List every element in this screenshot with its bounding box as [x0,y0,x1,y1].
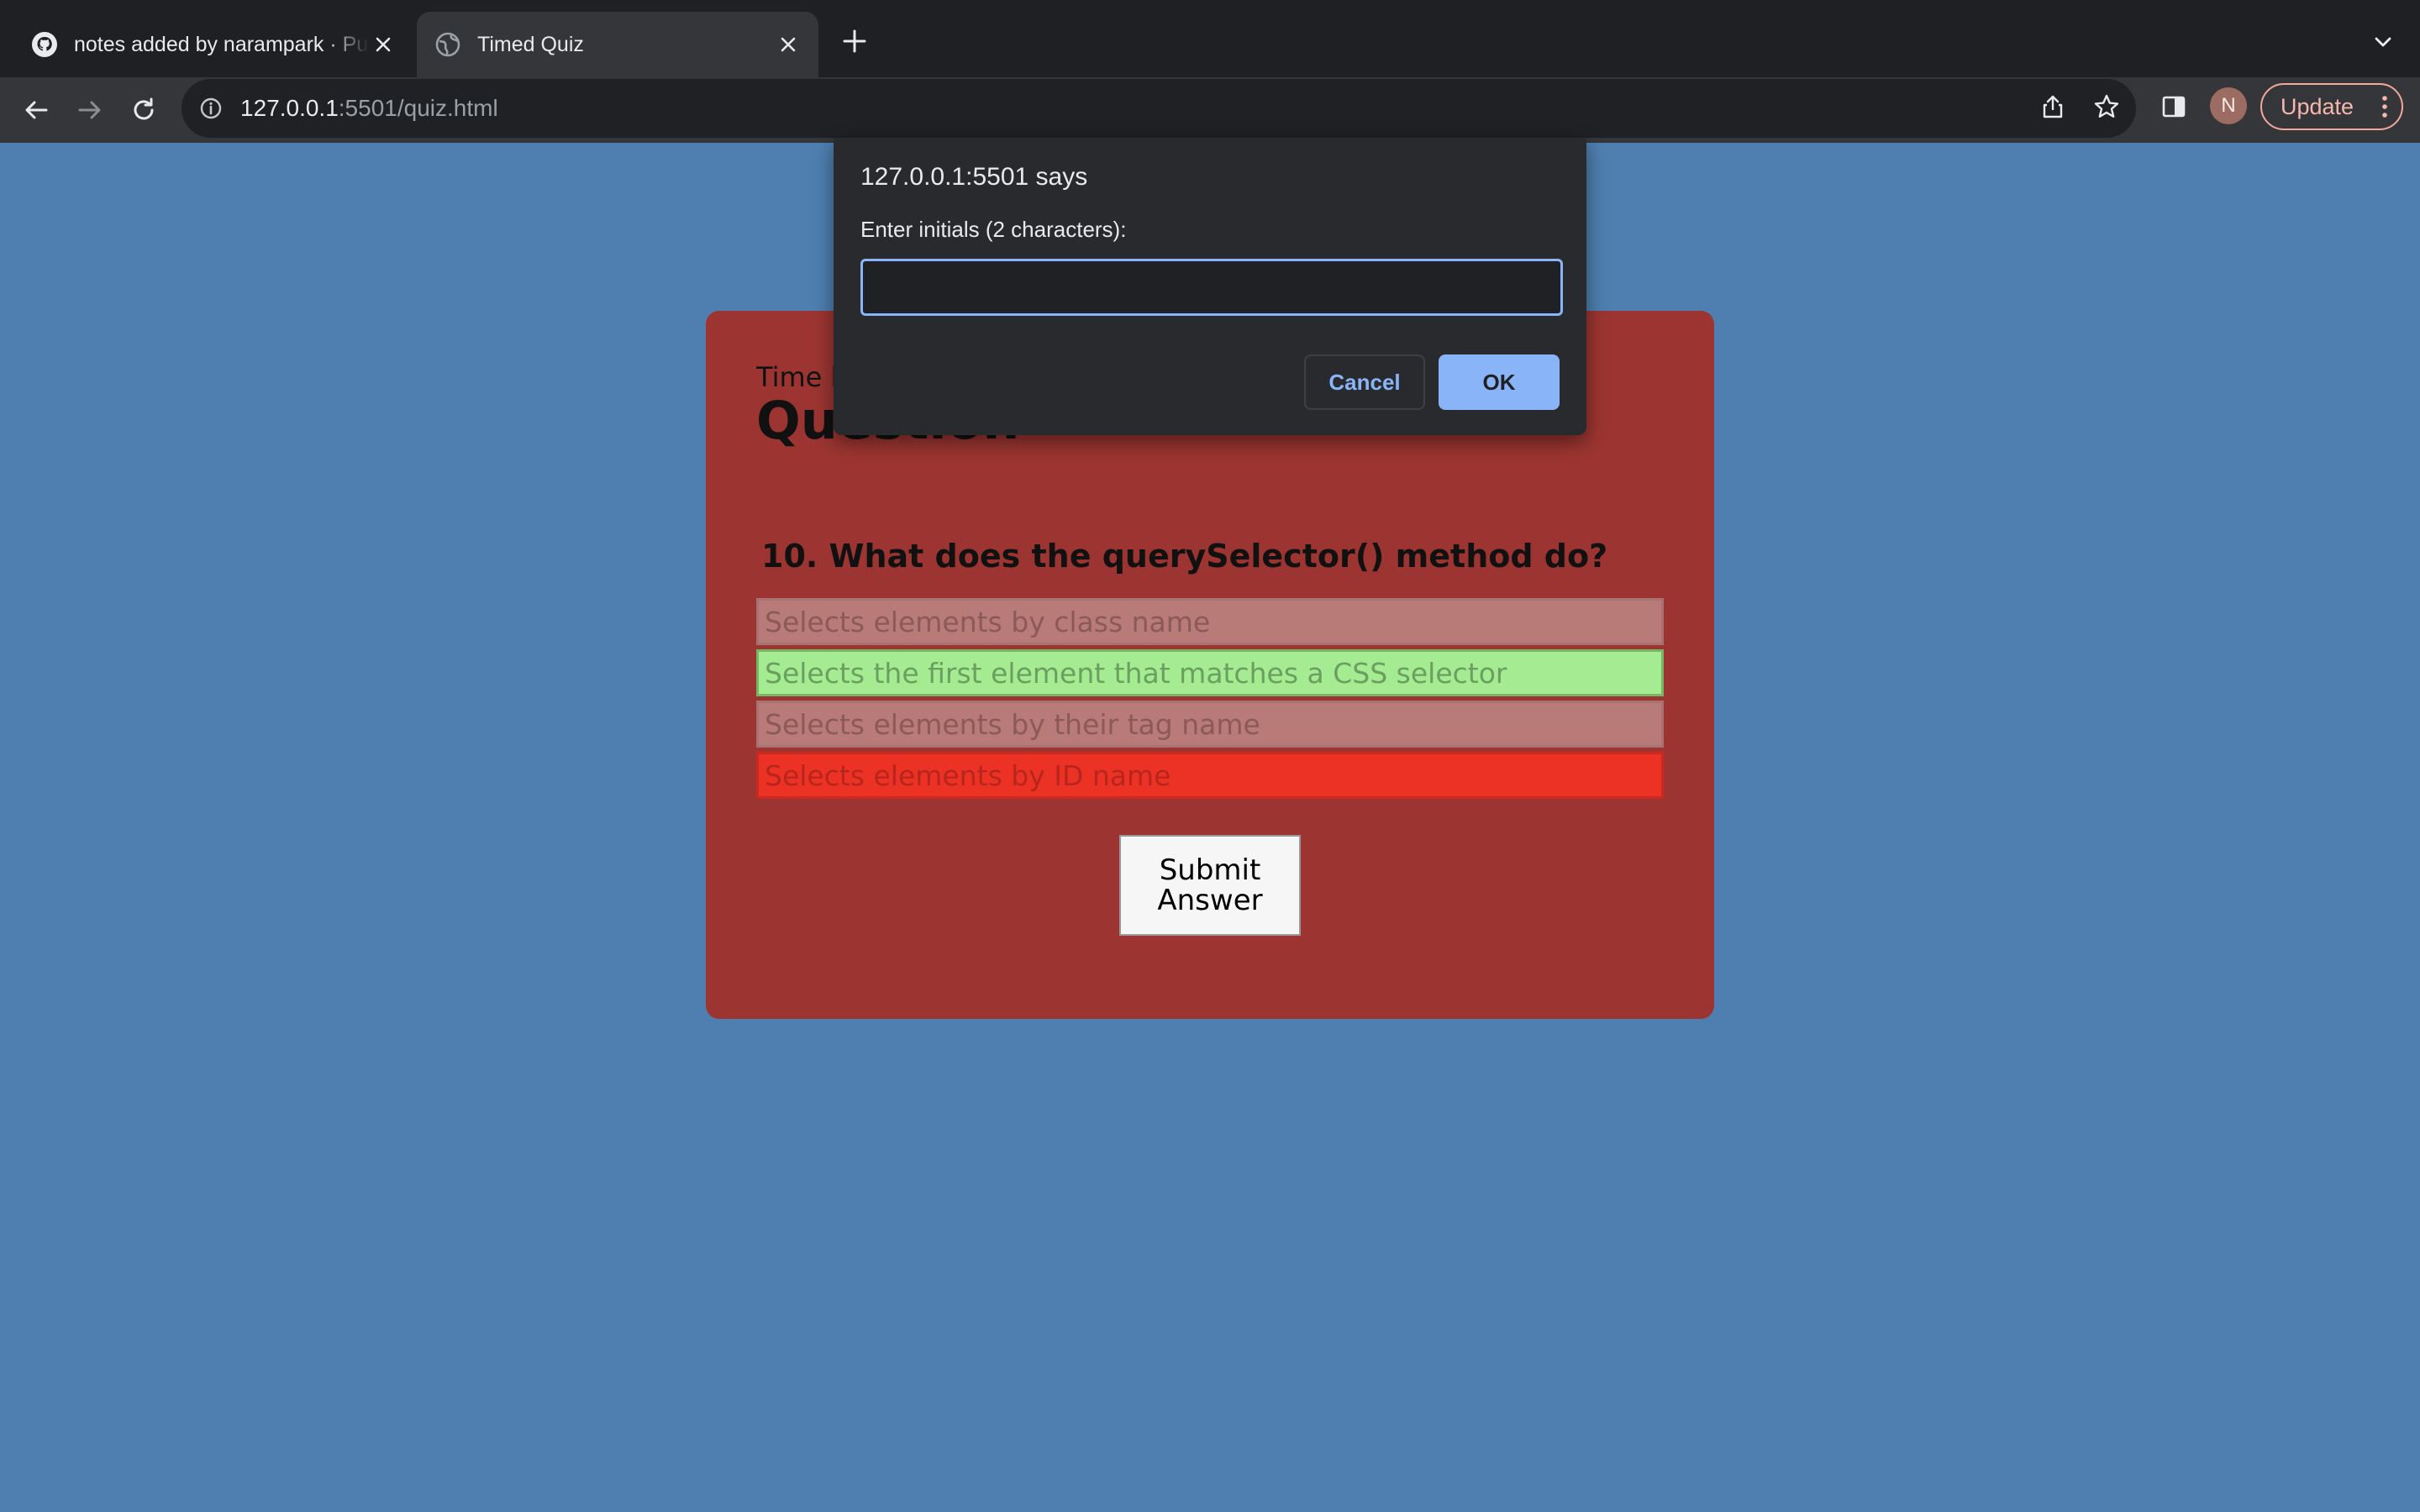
submit-answer-button[interactable]: Submit Answer [1119,835,1301,936]
more-menu-icon[interactable] [2380,93,2390,120]
bookmark-star-icon[interactable] [2087,87,2126,126]
answer-option-1[interactable]: Selects elements by class name [756,598,1664,645]
github-icon [30,30,59,59]
prompt-dialog: 127.0.0.1:5501 says Enter initials (2 ch… [834,138,1586,435]
tab-close-icon[interactable] [775,31,802,58]
share-icon[interactable] [2033,87,2072,126]
answer-option-4-wrong[interactable]: Selects elements by ID name [756,752,1664,799]
time-left-label: Time l [756,361,839,393]
forward-arrow-icon[interactable] [71,91,109,129]
url-text: 127.0.0.1:5501/quiz.html [240,95,498,122]
url-path: :5501/quiz.html [338,95,498,121]
address-bar[interactable]: 127.0.0.1:5501/quiz.html [182,79,2136,138]
question-text: 10. What does the querySelector() method… [761,538,1608,575]
side-panel-icon[interactable] [2154,87,2193,126]
update-label: Update [2281,93,2354,119]
tab-title: notes added by narampark · Pu [74,32,369,56]
reload-icon[interactable] [124,91,163,129]
profile-avatar[interactable]: N [2210,87,2247,124]
site-info-icon[interactable] [197,94,225,123]
back-arrow-icon[interactable] [17,91,55,129]
new-tab-plus-icon[interactable] [839,25,871,57]
globe-icon [434,30,462,59]
tab-title: Timed Quiz [477,32,584,56]
tab-close-icon[interactable] [370,31,397,58]
initials-input[interactable] [860,259,1563,316]
dialog-message: Enter initials (2 characters): [860,217,1127,242]
tab-timed-quiz[interactable]: Timed Quiz [417,12,818,77]
tab-github-notes[interactable]: notes added by narampark · Pu [13,12,413,77]
answer-option-2-correct[interactable]: Selects the first element that matches a… [756,649,1664,696]
tab-strip: notes added by narampark · Pu Timed Quiz [0,0,2420,77]
update-button[interactable]: Update [2260,83,2403,130]
url-host: 127.0.0.1 [240,95,339,121]
dialog-title: 127.0.0.1:5501 says [860,163,1088,191]
answer-option-3[interactable]: Selects elements by their tag name [756,701,1664,748]
tab-search-chevron-icon[interactable] [2368,27,2398,57]
cancel-button[interactable]: Cancel [1304,354,1425,410]
answer-list: Selects elements by class name Selects t… [756,598,1664,803]
ok-button[interactable]: OK [1439,354,1560,410]
